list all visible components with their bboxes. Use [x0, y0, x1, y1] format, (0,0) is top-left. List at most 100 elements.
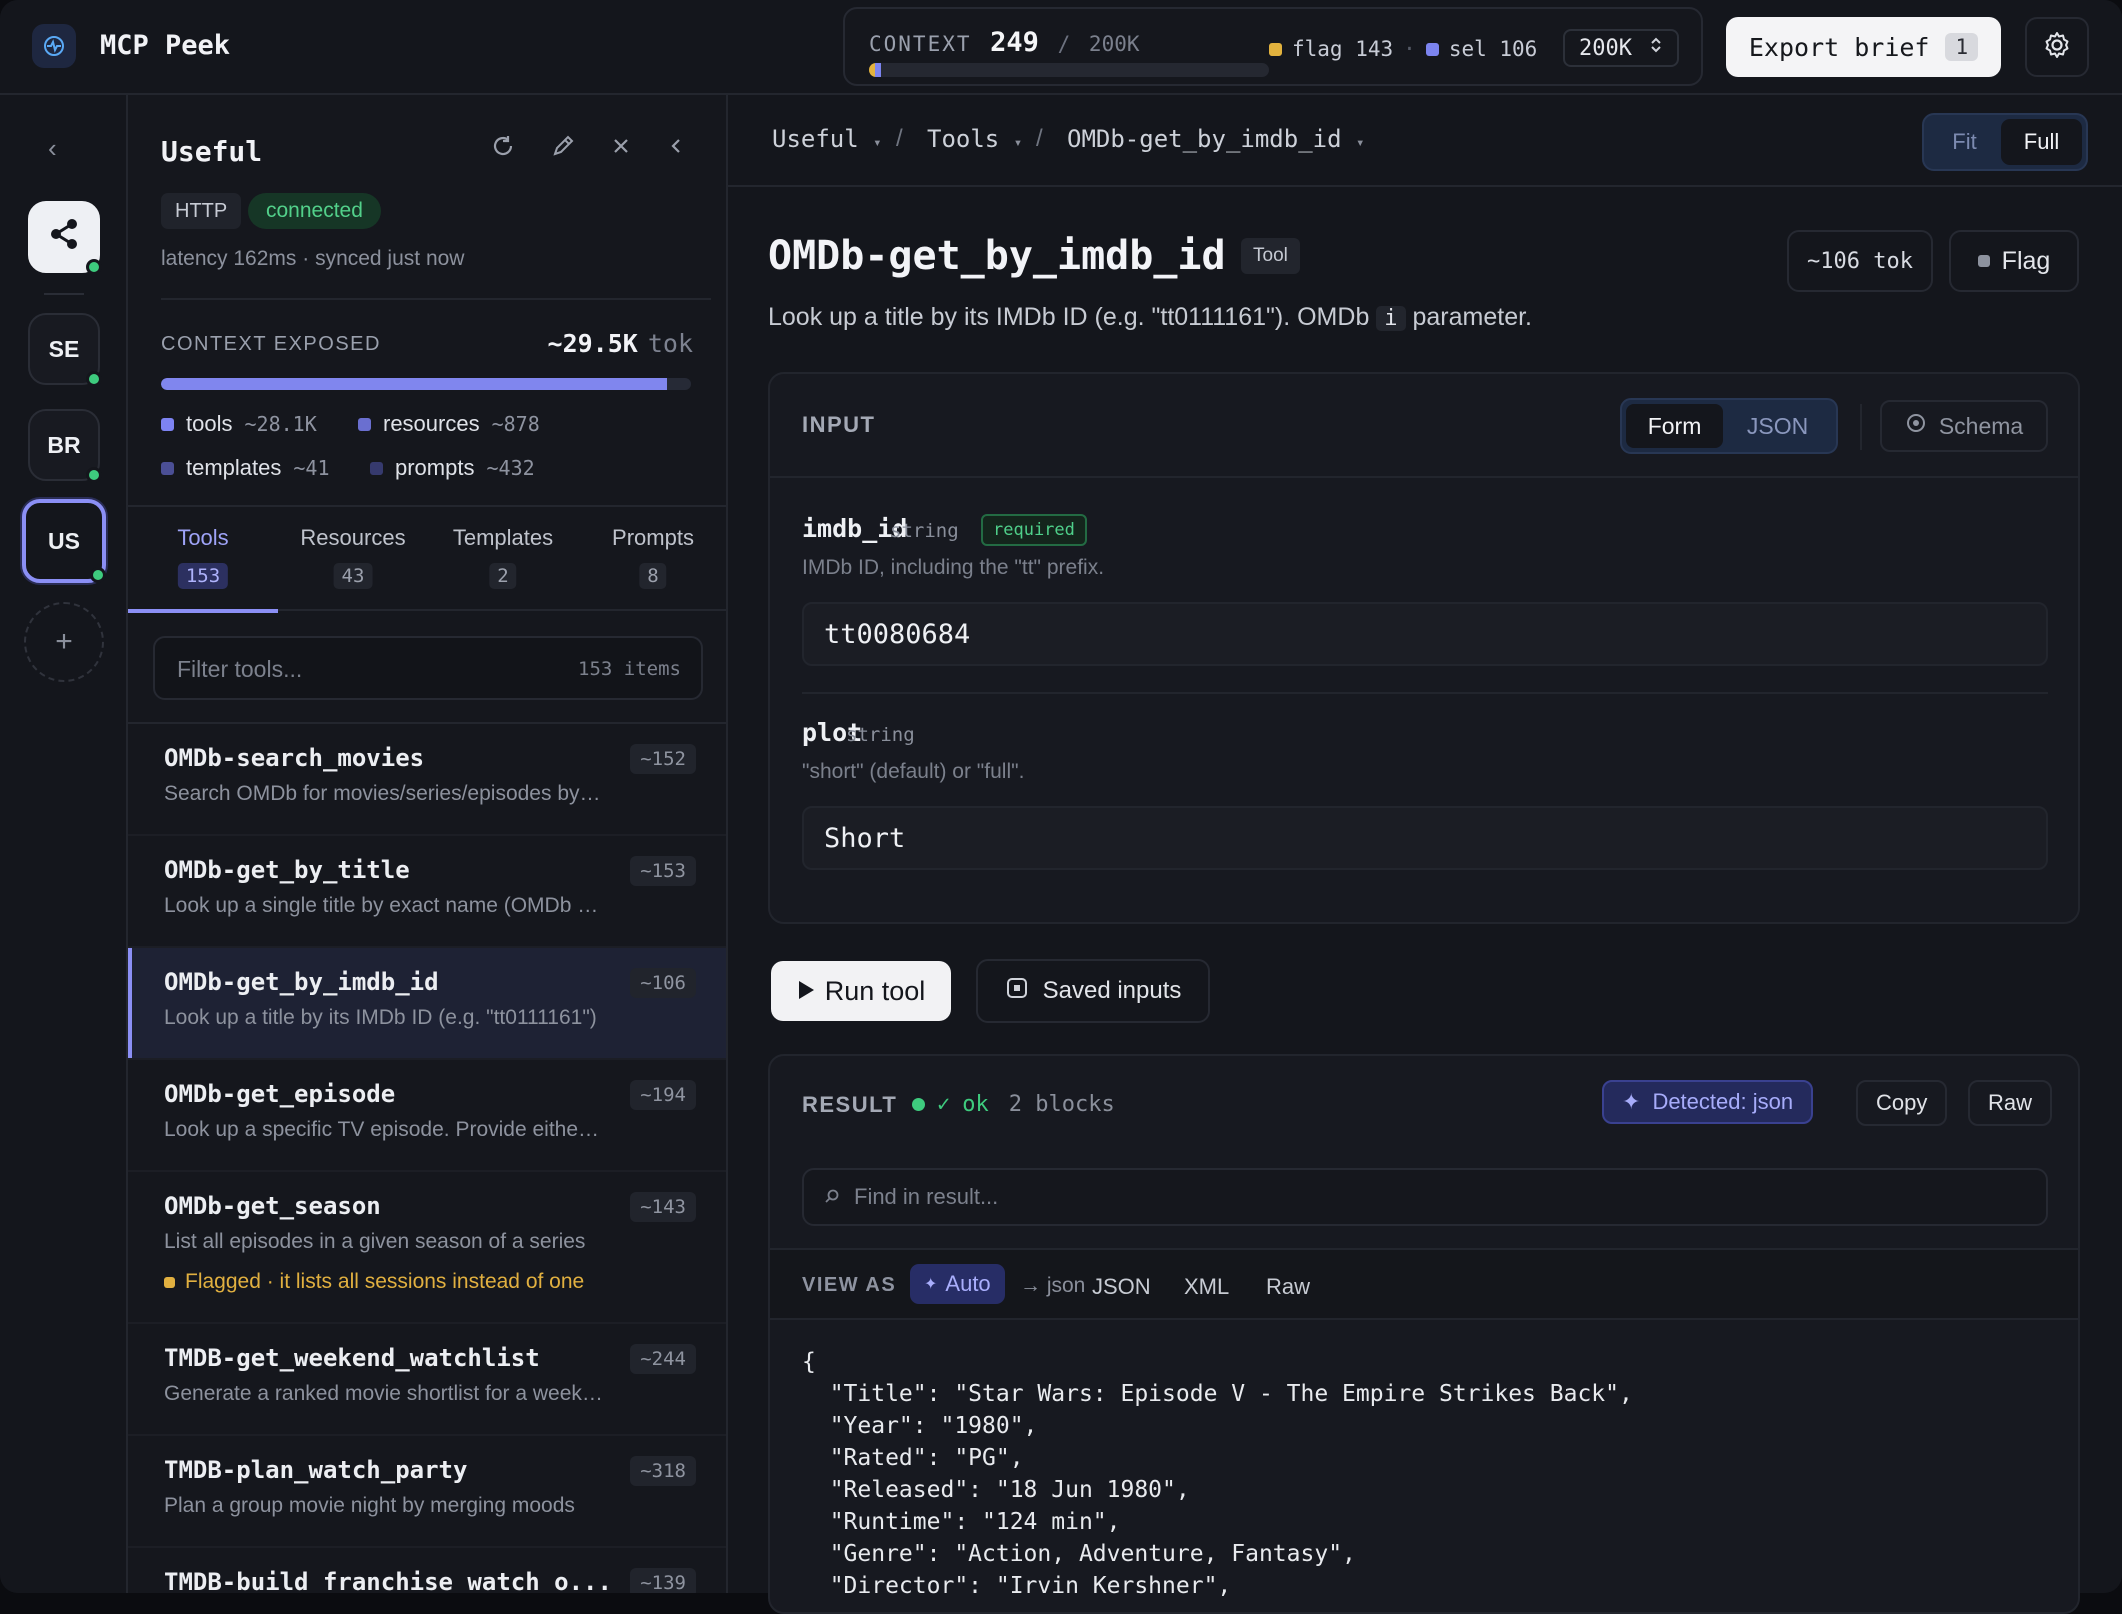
collapse-panel-chevron-icon[interactable] — [666, 135, 686, 162]
token-badge: ~152 — [630, 744, 696, 774]
tool-title: OMDb-get_by_imdb_id — [768, 233, 1226, 279]
tab-tools[interactable]: Tools 153 — [128, 507, 278, 613]
edit-pencil-icon[interactable] — [550, 133, 576, 164]
online-indicator — [86, 259, 102, 275]
field-type: string — [846, 724, 915, 746]
add-server-button[interactable]: + — [24, 602, 104, 682]
required-badge: required — [981, 514, 1087, 546]
context-limit-select[interactable]: 200K — [1563, 29, 1679, 67]
server-avatar-us[interactable]: US — [22, 499, 106, 583]
legend-resources: resources ~878 — [358, 411, 540, 437]
view-json-button[interactable]: JSON — [1092, 1274, 1151, 1300]
flag-icon — [1977, 255, 1990, 267]
gear-icon — [2042, 30, 2072, 65]
context-value: 249 — [990, 27, 1039, 58]
view-auto-button[interactable]: ✦ Auto — [910, 1264, 1005, 1304]
token-badge: ~244 — [630, 1344, 696, 1374]
breadcrumb-server[interactable]: Useful ▾ — [772, 125, 882, 153]
refresh-icon[interactable] — [490, 133, 516, 164]
form-mode-button[interactable]: Form — [1626, 404, 1724, 448]
detected-json-hint: → json — [1020, 1274, 1086, 1297]
tool-description: Look up a title by its IMDb ID (e.g. "tt… — [768, 303, 1533, 331]
code-line: "Genre": "Action, Adventure, Fantasy", — [802, 1541, 1356, 1567]
context-sel-fill — [875, 63, 881, 77]
find-in-result-input[interactable]: Find in result... — [802, 1168, 2048, 1226]
server-avatar-share[interactable] — [28, 201, 102, 275]
list-item[interactable]: OMDb-get_by_title Look up a single title… — [128, 834, 726, 946]
play-icon — [797, 976, 815, 1007]
copy-button[interactable]: Copy — [1856, 1080, 1948, 1126]
detected-format-badge[interactable]: ✦ Detected: json — [1602, 1080, 1814, 1124]
input-panel: INPUT Form JSON Schema imdb_id string re… — [768, 372, 2080, 924]
run-tool-button[interactable]: Run tool — [771, 961, 951, 1021]
collapse-rail-chevron-icon[interactable]: ‹ — [48, 133, 57, 164]
result-status: ✓ ok 2 blocks — [912, 1092, 1115, 1117]
capability-tabs: Tools 153 Resources 43 Templates 2 Prompts 8 — [128, 505, 726, 613]
sparkle-icon: ✦ — [1622, 1089, 1641, 1114]
list-item-selected[interactable]: OMDb-get_by_imdb_id Look up a title by i… — [128, 946, 726, 1058]
tab-prompts[interactable]: Prompts 8 — [578, 507, 726, 611]
input-header: INPUT Form JSON Schema — [770, 374, 2078, 478]
target-icon — [1905, 412, 1927, 440]
field-help: IMDb ID, including the "tt" prefix. — [802, 556, 1105, 579]
list-item[interactable]: OMDb-get_episode Look up a specific TV e… — [128, 1058, 726, 1170]
tool-type-badge: Tool — [1241, 238, 1300, 274]
server-avatar-se[interactable]: SE — [28, 313, 102, 387]
settings-button[interactable] — [2025, 17, 2089, 77]
input-mode-toggle: Form JSON — [1620, 398, 1838, 454]
code-line: "Released": "18 Jun 1980", — [802, 1477, 1190, 1503]
result-panel: RESULT ✓ ok 2 blocks ✦ Detected: json Co… — [768, 1054, 2080, 1614]
item-count: 153 items — [578, 658, 681, 680]
breadcrumb-tool[interactable]: OMDb-get_by_imdb_id ▾ — [1067, 125, 1364, 153]
list-item[interactable]: TMDB-get_weekend_watchlist Generate a ra… — [128, 1322, 726, 1434]
field-help: "short" (default) or "full". — [802, 760, 1025, 783]
list-item[interactable]: OMDb-search_movies Search OMDb for movie… — [128, 722, 726, 834]
block-count: 2 blocks — [1008, 1092, 1115, 1117]
code-line: "Year": "1980", — [802, 1413, 1038, 1439]
raw-button[interactable]: Raw — [1968, 1080, 2053, 1126]
view-width-toggle: Fit Full — [1922, 113, 2088, 171]
saved-inputs-button[interactable]: Saved inputs — [976, 959, 1210, 1023]
view-raw-button[interactable]: Raw — [1266, 1274, 1310, 1300]
list-item[interactable]: TMDB-build_franchise_watch_o... ~139 — [128, 1546, 726, 1593]
rail-divider — [44, 293, 84, 295]
result-json: { "Title": "Star Wars: Episode V - The E… — [802, 1346, 1633, 1602]
status-badge: connected — [248, 193, 381, 229]
list-item[interactable]: OMDb-get_season List all episodes in a g… — [128, 1170, 726, 1322]
flag-button[interactable]: Flag — [1949, 230, 2079, 292]
status-dot — [912, 1098, 925, 1111]
context-exposed-label: CONTEXT EXPOSED — [161, 333, 381, 355]
latency-text: latency 162ms · synced just now — [161, 247, 465, 270]
imdb-id-input[interactable]: tt0080684 — [802, 602, 2048, 666]
token-badge: ~318 — [630, 1456, 696, 1486]
list-item[interactable]: TMDB-plan_watch_party Plan a group movie… — [128, 1434, 726, 1546]
app-title: MCP Peek — [100, 30, 231, 61]
token-badge: ~153 — [630, 856, 696, 886]
fit-button[interactable]: Fit — [1928, 129, 2001, 155]
tab-resources[interactable]: Resources 43 — [278, 507, 428, 611]
check-icon: ✓ — [937, 1092, 951, 1117]
token-badge: ~139 — [630, 1568, 696, 1593]
top-bar: MCP Peek CONTEXT 249 / 200K flag 143 · s… — [0, 0, 2122, 95]
breadcrumb-tools[interactable]: Tools ▾ — [927, 125, 1022, 153]
breadcrumb: Useful ▾ / Tools ▾ / OMDb-get_by_imdb_id… — [728, 95, 2122, 187]
context-exposed-fill — [161, 378, 668, 390]
export-brief-button[interactable]: Export brief 1 — [1726, 17, 2001, 77]
online-indicator — [90, 567, 106, 583]
json-mode-button[interactable]: JSON — [1723, 413, 1832, 440]
code-line: "Runtime": "124 min", — [802, 1509, 1121, 1535]
server-actions — [490, 133, 686, 164]
sel-swatch — [1425, 42, 1439, 56]
filter-tools-input[interactable]: Filter tools... 153 items — [153, 636, 703, 700]
view-xml-button[interactable]: XML — [1184, 1274, 1229, 1300]
legend-prompts: prompts ~432 — [370, 455, 535, 481]
view-as-label: VIEW AS — [802, 1274, 897, 1296]
plot-input[interactable]: Short — [802, 806, 2048, 870]
close-icon[interactable] — [610, 135, 632, 162]
online-indicator — [86, 371, 102, 387]
tab-templates[interactable]: Templates 2 — [428, 507, 578, 611]
server-name: Useful — [161, 135, 263, 168]
server-avatar-br[interactable]: BR — [28, 409, 102, 483]
schema-button[interactable]: Schema — [1880, 400, 2048, 452]
full-button[interactable]: Full — [2001, 119, 2082, 165]
